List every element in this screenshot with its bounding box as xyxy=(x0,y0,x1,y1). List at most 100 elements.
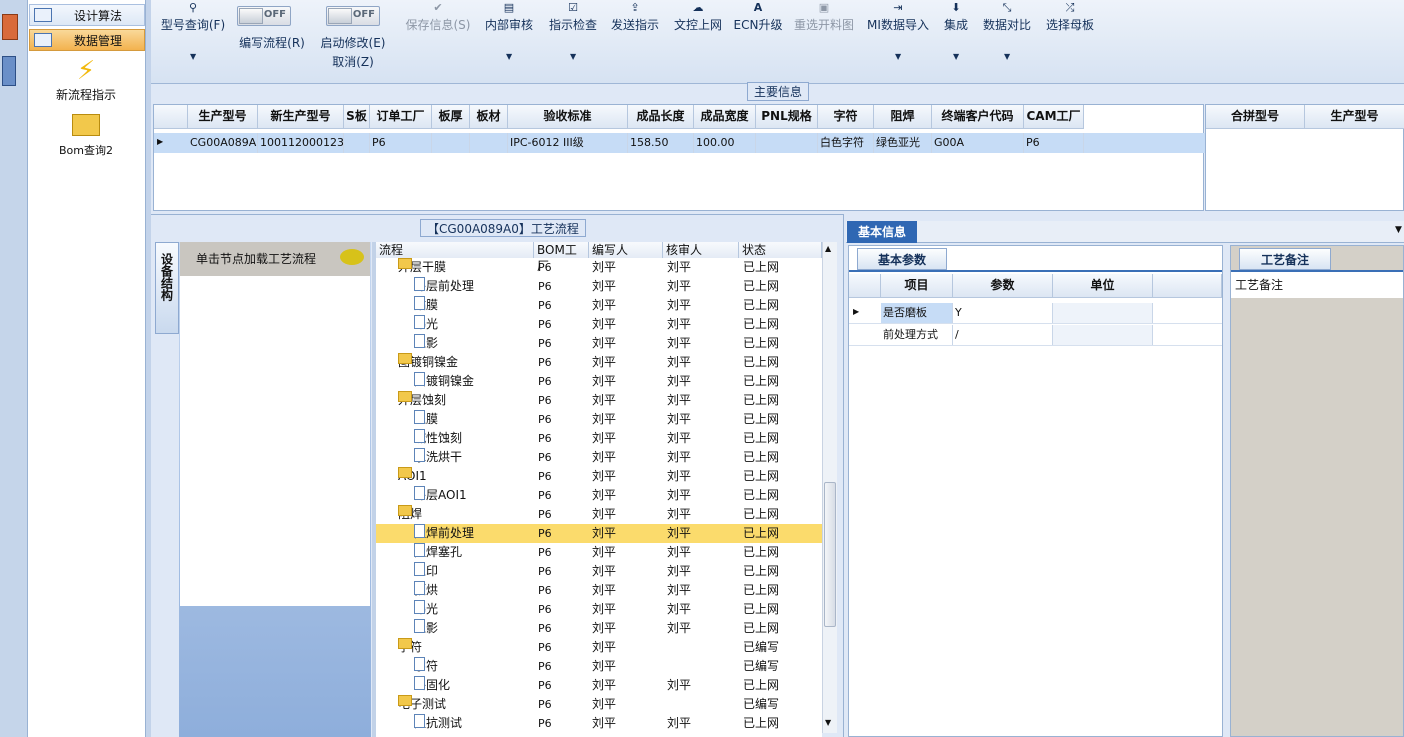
column-header-unit[interactable]: 单位 xyxy=(1053,274,1153,298)
tab-basic-params[interactable]: 基本参数 xyxy=(857,248,947,270)
nav-item-bom-query[interactable]: Bom查询2 xyxy=(28,114,144,158)
column-header-status[interactable]: 状态 xyxy=(739,242,822,258)
param-cell[interactable]: Y xyxy=(953,303,1053,323)
tree-row[interactable]: 外层AOI1 P6 刘平 刘平 已上网 xyxy=(376,486,822,505)
tree-row[interactable]: −外层干膜 P6 刘平 刘平 已上网 xyxy=(376,258,822,277)
ecn-upgrade-button[interactable]: A ECN升级 xyxy=(733,0,783,70)
column-header[interactable]: 新生产型号 xyxy=(258,105,344,129)
bom-cell: P6 xyxy=(538,508,552,521)
column-header-reviewer[interactable]: 核审人 xyxy=(663,242,739,258)
equipment-list[interactable] xyxy=(180,276,370,606)
select-mother-board-button[interactable]: ⤮ 选择母板 xyxy=(1043,0,1097,70)
hint-text: 单击节点加载工艺流程 xyxy=(196,252,317,266)
tree-node: 字符 xyxy=(414,657,438,676)
column-header[interactable]: PNL规格 xyxy=(756,105,818,129)
factory-icon[interactable] xyxy=(2,14,18,40)
column-header[interactable]: CAM工厂 xyxy=(1024,105,1084,129)
reviewer-cell: 刘平 xyxy=(667,716,692,730)
table-row[interactable]: ▶ CG00A089A010011200012322 P6 IPC-6012 III… xyxy=(154,133,1205,153)
table-row[interactable]: 前处理方式 / xyxy=(849,324,1222,346)
calculator-icon[interactable] xyxy=(2,56,16,86)
mi-data-import-button[interactable]: ⇥ MI数据导入 ▼ xyxy=(865,0,931,70)
tree-row[interactable]: 图镀铜镍金 P6 刘平 刘平 已上网 xyxy=(376,372,822,391)
tree-row[interactable]: 碱性蚀刻 P6 刘平 刘平 已上网 xyxy=(376,429,822,448)
tab-basic-info[interactable]: 基本信息 xyxy=(847,221,917,243)
tree-row[interactable]: 显影 P6 刘平 刘平 已上网 xyxy=(376,619,822,638)
status-cell: 已上网 xyxy=(743,374,780,388)
reviewer-cell: 刘平 xyxy=(667,260,692,274)
tree-row[interactable]: −图镀铜镍金 P6 刘平 刘平 已上网 xyxy=(376,353,822,372)
unit-cell[interactable] xyxy=(1053,303,1153,323)
column-header[interactable]: 生产型号 xyxy=(188,105,258,129)
status-cell: 已上网 xyxy=(743,393,780,407)
check-icon: ✔ xyxy=(433,1,443,14)
save-info-button[interactable]: ✔ 保存信息(S) xyxy=(401,0,475,70)
tree-scrollbar[interactable]: ▲ ▼ xyxy=(822,242,837,733)
column-header[interactable]: 终端客户代码 xyxy=(932,105,1024,129)
column-header[interactable]: 合拼型号 xyxy=(1206,105,1305,129)
integrate-button[interactable]: ⬇ 集成 ▼ xyxy=(939,0,973,70)
column-header[interactable]: 生产型号 xyxy=(1305,105,1404,129)
tree-row[interactable]: −外层蚀刻 P6 刘平 刘平 已上网 xyxy=(376,391,822,410)
tree-row[interactable]: 预烘 P6 刘平 刘平 已上网 xyxy=(376,581,822,600)
param-cell[interactable]: / xyxy=(953,325,1053,345)
tree-row[interactable]: 外层前处理 P6 刘平 刘平 已上网 xyxy=(376,277,822,296)
tree-row[interactable]: −AOI1 P6 刘平 刘平 已上网 xyxy=(376,467,822,486)
tree-row[interactable]: 阻抗测试 P6 刘平 刘平 已上网 xyxy=(376,714,822,733)
column-header-item[interactable]: 项目 xyxy=(881,274,953,298)
tab-menu-icon[interactable]: ▼ xyxy=(1395,225,1402,235)
writer-cell: 刘平 xyxy=(592,431,617,445)
column-header[interactable]: 成品宽度 xyxy=(694,105,756,129)
reselect-cutting-button[interactable]: ▣ 重选开料图 xyxy=(791,0,857,70)
column-header-writer[interactable]: 编写人 xyxy=(589,242,663,258)
table-row[interactable]: ▶ 是否磨板 Y xyxy=(849,302,1222,324)
column-header-param[interactable]: 参数 xyxy=(953,274,1053,298)
column-header[interactable]: 字符 xyxy=(818,105,874,129)
send-instruction-button[interactable]: ⇪ 发送指示 xyxy=(609,0,661,70)
tree-row[interactable]: 阻焊前处理 P6 刘平 刘平 已上网 xyxy=(376,524,822,543)
tree-row[interactable]: 水洗烘干 P6 刘平 刘平 已上网 xyxy=(376,448,822,467)
column-header[interactable]: 板厚 xyxy=(432,105,470,129)
nav-item-new-flow[interactable]: ⚡ 新流程指示 xyxy=(28,56,144,103)
tree-row[interactable]: 字符 P6 刘平 已编写 xyxy=(376,657,822,676)
tree-row[interactable]: 阻焊塞孔 P6 刘平 刘平 已上网 xyxy=(376,543,822,562)
column-header[interactable]: 成品长度 xyxy=(628,105,694,129)
write-flow-toggle[interactable]: OFF xyxy=(237,6,291,26)
scroll-down-icon[interactable]: ▼ xyxy=(825,718,831,727)
scroll-thumb[interactable] xyxy=(824,482,836,627)
tree-row[interactable]: 曝光 P6 刘平 刘平 已上网 xyxy=(376,600,822,619)
document-icon xyxy=(414,600,425,614)
column-header[interactable]: 阻焊 xyxy=(874,105,932,129)
bom-cell: P6 xyxy=(538,603,552,616)
tree-row[interactable]: 终固化 P6 刘平 刘平 已上网 xyxy=(376,676,822,695)
tree-node: 阻焊前处理 xyxy=(414,524,474,543)
start-modify-toggle[interactable]: OFF xyxy=(326,6,380,26)
tree-row[interactable]: 退膜 P6 刘平 刘平 已上网 xyxy=(376,410,822,429)
tree-row[interactable]: −字符 P6 刘平 已编写 xyxy=(376,638,822,657)
check-instruction-button[interactable]: ☑ 指示检查 ▼ xyxy=(545,0,601,70)
bom-cell: P6 xyxy=(538,413,552,426)
model-query-button[interactable]: ⚲ 型号查询(F) ▼ xyxy=(155,0,231,70)
tree-row[interactable]: 丝印 P6 刘平 刘平 已上网 xyxy=(376,562,822,581)
nav-tab-data-management[interactable]: 数据管理 xyxy=(29,29,145,51)
data-compare-button[interactable]: ⤡ 数据对比 ▼ xyxy=(979,0,1035,70)
cancel-label[interactable]: 取消(Z) xyxy=(315,53,391,70)
doc-online-button[interactable]: ☁ 文控上网 xyxy=(671,0,725,70)
column-header[interactable]: 板材 xyxy=(470,105,508,129)
tree-row[interactable]: 显影 P6 刘平 刘平 已上网 xyxy=(376,334,822,353)
tree-row[interactable]: 曝光 P6 刘平 刘平 已上网 xyxy=(376,315,822,334)
nav-tab-design-algorithm[interactable]: 设计算法 xyxy=(29,4,145,26)
internal-review-button[interactable]: ▤ 内部审核 ▼ xyxy=(481,0,537,70)
column-header[interactable]: S板 xyxy=(344,105,370,129)
unit-cell[interactable] xyxy=(1053,325,1153,345)
column-header[interactable]: 订单工厂 xyxy=(370,105,432,129)
tree-row[interactable]: 贴膜 P6 刘平 刘平 已上网 xyxy=(376,296,822,315)
column-header-flow[interactable]: 流程 xyxy=(376,242,534,258)
tab-process-remark[interactable]: 工艺备注 xyxy=(1239,248,1331,270)
tab-equipment-structure[interactable]: 设备结构 xyxy=(155,242,179,334)
scroll-up-icon[interactable]: ▲ xyxy=(825,244,831,253)
column-header-bom[interactable]: BOM工厂 xyxy=(534,242,589,273)
tree-row[interactable]: −电子测试 P6 刘平 已编写 xyxy=(376,695,822,714)
tree-row[interactable]: −阻焊 P6 刘平 刘平 已上网 xyxy=(376,505,822,524)
column-header[interactable]: 验收标准 xyxy=(508,105,628,129)
